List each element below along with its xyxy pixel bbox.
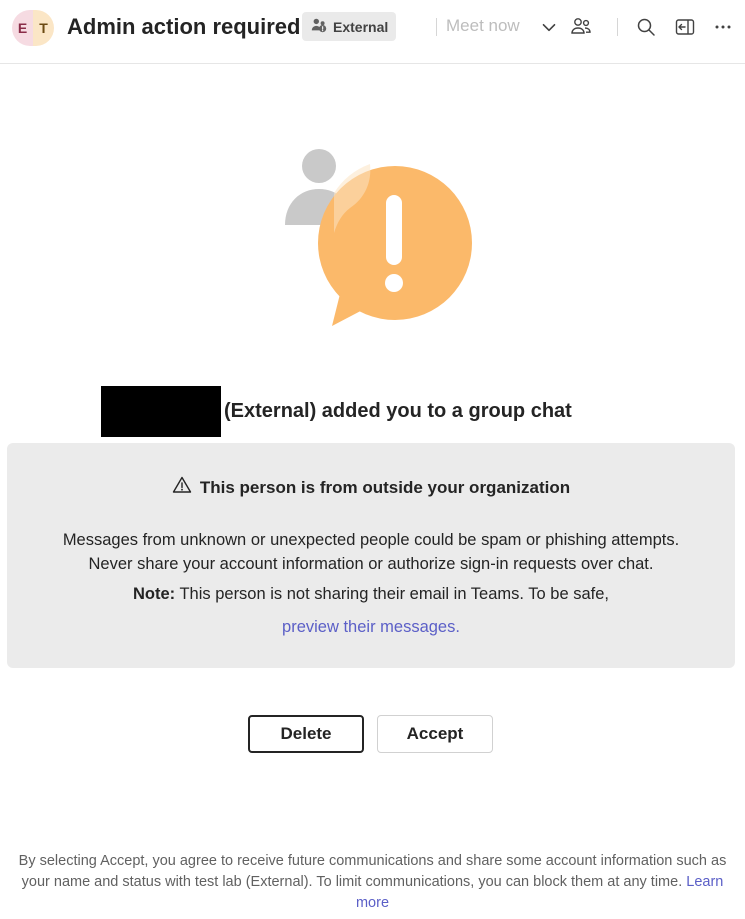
group-avatar[interactable]: E T: [12, 10, 54, 46]
people-icon: [310, 16, 328, 37]
warning-title-text: This person is from outside your organiz…: [199, 477, 571, 497]
accept-button[interactable]: Accept: [377, 715, 493, 753]
note-label: Note:: [133, 585, 176, 603]
preview-messages-link[interactable]: preview their messages.: [7, 618, 735, 637]
note-text: This person is not sharing their email i…: [175, 585, 609, 603]
delete-button[interactable]: Delete: [248, 715, 364, 753]
meet-now-button[interactable]: Meet now: [446, 16, 520, 36]
consent-footer: By selecting Accept, you agree to receiv…: [10, 851, 735, 914]
header-divider: [436, 18, 437, 36]
avatar-initial-right: T: [33, 10, 54, 46]
header-divider: [617, 18, 618, 36]
external-badge: External: [302, 12, 397, 41]
pop-out-icon[interactable]: [672, 14, 698, 40]
warning-title: This person is from outside your organiz…: [7, 475, 735, 500]
headline-text: (External) added you to a group chat: [224, 400, 572, 422]
external-warning-illustration: [280, 140, 480, 330]
warning-line-2: Never share your account information or …: [88, 555, 654, 573]
external-warning-panel: This person is from outside your organiz…: [7, 443, 735, 668]
invite-headline: (External) added you to a group chat: [0, 386, 745, 438]
redacted-name: [101, 386, 221, 437]
participants-icon[interactable]: [568, 14, 594, 40]
consent-text: By selecting Accept, you agree to receiv…: [18, 853, 727, 890]
warning-icon: [172, 475, 192, 500]
warning-note: Note: This person is not sharing their e…: [7, 585, 735, 604]
avatar-initial-left: E: [12, 10, 33, 46]
warning-line-1: Messages from unknown or unexpected peop…: [62, 531, 680, 549]
chat-header: E T Admin action required External Meet …: [0, 0, 745, 64]
chevron-down-icon[interactable]: [536, 14, 562, 40]
warning-body: Messages from unknown or unexpected peop…: [7, 528, 735, 576]
more-icon[interactable]: [710, 14, 736, 40]
search-icon[interactable]: [633, 14, 659, 40]
external-badge-label: External: [333, 18, 389, 35]
chat-title: Admin action required: [67, 14, 301, 39]
